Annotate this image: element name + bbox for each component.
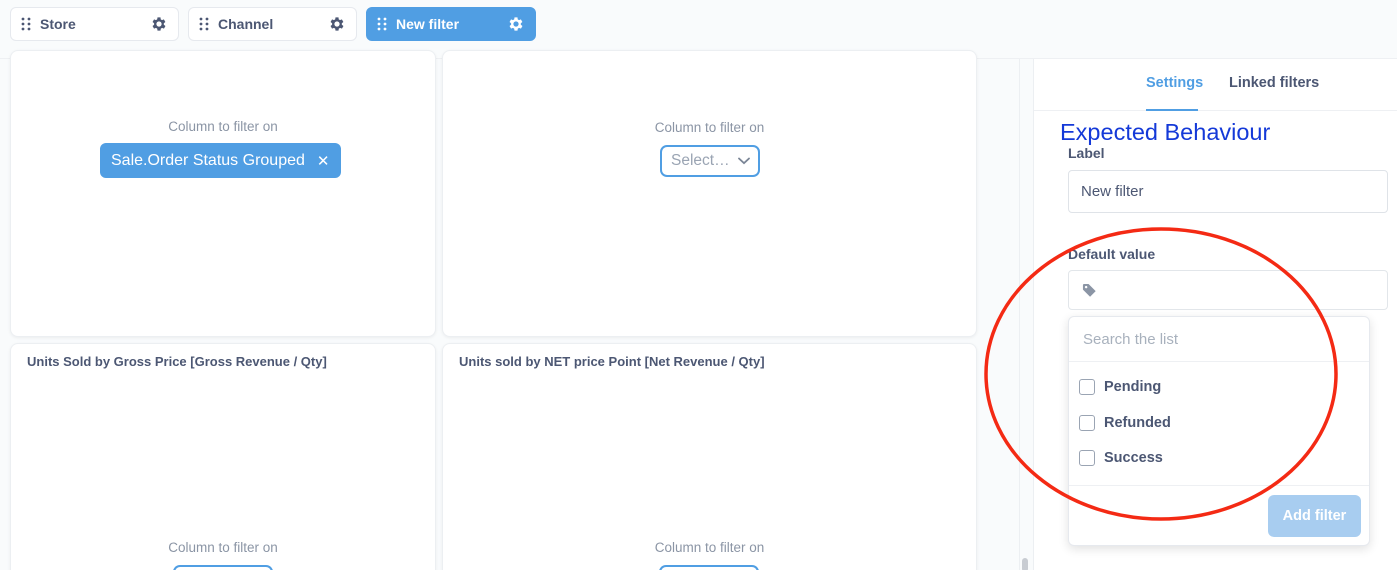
add-filter-button[interactable]: Add filter — [1268, 495, 1361, 537]
label-input[interactable]: New filter — [1068, 170, 1388, 213]
default-value-input[interactable] — [1068, 270, 1388, 310]
dashboard-card-bottom-right: Units sold by NET price Point [Net Reven… — [442, 343, 977, 570]
scrollbar-track[interactable] — [1019, 59, 1020, 570]
filter-chip-label: New filter — [396, 16, 460, 32]
card-title: Units Sold by Gross Price [Gross Revenue… — [27, 354, 327, 369]
column-select[interactable] — [173, 565, 273, 570]
sidebar-tabs: Settings Linked filters — [1034, 59, 1397, 111]
chevron-down-icon — [737, 157, 750, 165]
drag-handle-icon[interactable] — [199, 17, 209, 31]
tag-icon — [1082, 283, 1096, 297]
gear-icon[interactable] — [507, 15, 525, 33]
column-to-filter-label: Column to filter on — [654, 120, 765, 135]
search-input[interactable]: Search the list — [1069, 317, 1369, 362]
dashboard-card-bottom-left: Units Sold by Gross Price [Gross Revenue… — [10, 343, 436, 570]
scrollbar-thumb[interactable] — [1022, 558, 1028, 570]
gear-icon[interactable] — [150, 15, 168, 33]
option-refunded[interactable]: Refunded — [1079, 413, 1171, 433]
column-select[interactable] — [659, 565, 759, 570]
column-to-filter-label: Column to filter on — [168, 540, 278, 555]
active-tab-indicator — [1146, 109, 1198, 111]
dropdown-divider — [1069, 485, 1369, 486]
filter-chip-label: Channel — [218, 16, 274, 32]
option-pending[interactable]: Pending — [1079, 377, 1161, 397]
selected-column-pill[interactable]: Sale.Order Status Grouped ✕ — [100, 143, 342, 178]
filter-chip-store[interactable]: Store — [10, 7, 179, 41]
filter-chip-channel[interactable]: Channel — [188, 7, 357, 41]
filter-chip-new-filter[interactable]: New filter — [366, 7, 536, 41]
tab-linked-filters[interactable]: Linked filters — [1229, 75, 1319, 91]
filter-settings-sidebar: Settings Linked filters Expected Behavio… — [1033, 59, 1397, 570]
column-select[interactable]: Select… — [660, 145, 760, 177]
drag-handle-icon[interactable] — [21, 17, 31, 31]
checkbox[interactable] — [1079, 379, 1095, 395]
column-to-filter-label: Column to filter on — [168, 119, 278, 134]
label-field-label: Label — [1068, 145, 1105, 161]
column-to-filter-label: Column to filter on — [654, 540, 765, 555]
filter-chip-label: Store — [40, 16, 76, 32]
default-value-dropdown: Search the list Pending Refunded Success… — [1068, 316, 1370, 546]
option-label: Refunded — [1104, 415, 1171, 431]
gear-icon[interactable] — [328, 15, 346, 33]
column-select-placeholder: Select… — [671, 152, 730, 169]
close-icon[interactable]: ✕ — [317, 152, 330, 170]
option-label: Pending — [1104, 379, 1162, 395]
dashboard-card-top-left: Column to filter on Sale.Order Status Gr… — [10, 50, 436, 337]
tab-settings[interactable]: Settings — [1146, 75, 1203, 91]
card-title: Units sold by NET price Point [Net Reven… — [459, 354, 765, 369]
expected-behaviour-annotation: Expected Behaviour — [1060, 119, 1271, 145]
checkbox[interactable] — [1079, 450, 1095, 466]
selected-column-label: Sale.Order Status Grouped — [111, 151, 305, 169]
checkbox[interactable] — [1079, 415, 1095, 431]
option-success[interactable]: Success — [1079, 448, 1163, 468]
option-label: Success — [1104, 450, 1163, 466]
default-value-label: Default value — [1068, 246, 1156, 262]
drag-handle-icon[interactable] — [377, 17, 387, 31]
dashboard-card-top-right: Column to filter on Select… — [442, 50, 977, 337]
